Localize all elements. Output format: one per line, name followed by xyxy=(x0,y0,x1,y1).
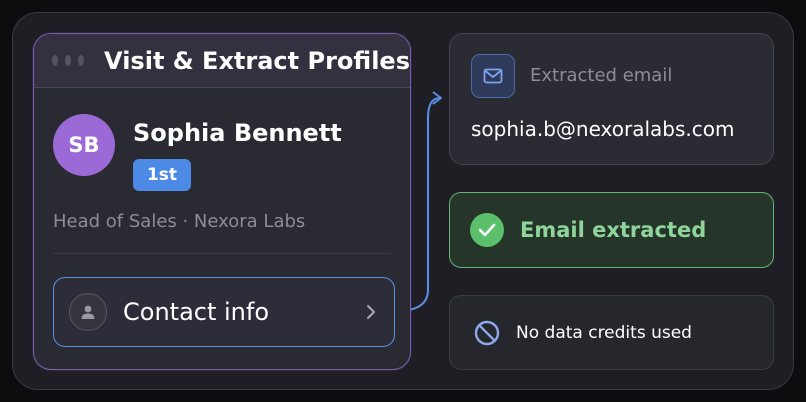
chevron-right-icon xyxy=(366,304,376,324)
window-dot-icon xyxy=(65,55,72,66)
extracted-email-label: Extracted email xyxy=(530,65,673,86)
check-icon xyxy=(470,213,504,247)
credits-notice: No data credits used xyxy=(449,295,774,370)
avatar: SB xyxy=(53,114,115,176)
mail-icon xyxy=(471,54,515,98)
extracted-email-card: Extracted email sophia.b@nexoralabs.com xyxy=(449,33,774,165)
contact-info-label: Contact info xyxy=(123,298,270,326)
extracted-email-value[interactable]: sophia.b@nexoralabs.com xyxy=(471,117,734,141)
divider xyxy=(53,253,391,254)
ban-icon xyxy=(473,319,501,347)
status-label: Email extracted xyxy=(520,218,707,242)
card-header: Visit & Extract Profiles xyxy=(34,34,410,88)
window-dot-icon xyxy=(52,55,59,66)
connection-degree-badge: 1st xyxy=(133,159,191,191)
card-title: Visit & Extract Profiles xyxy=(104,46,410,75)
profile-card: Visit & Extract Profiles SB Sophia Benne… xyxy=(33,33,411,370)
user-icon xyxy=(69,293,107,331)
email-extracted-status: Email extracted xyxy=(449,192,774,268)
credits-label: No data credits used xyxy=(516,322,692,343)
profile-name: Sophia Bennett xyxy=(133,119,342,147)
contact-info-button[interactable]: Contact info xyxy=(53,277,395,347)
window-dot-icon xyxy=(78,55,85,66)
profile-headline: Head of Sales · Nexora Labs xyxy=(53,211,306,232)
